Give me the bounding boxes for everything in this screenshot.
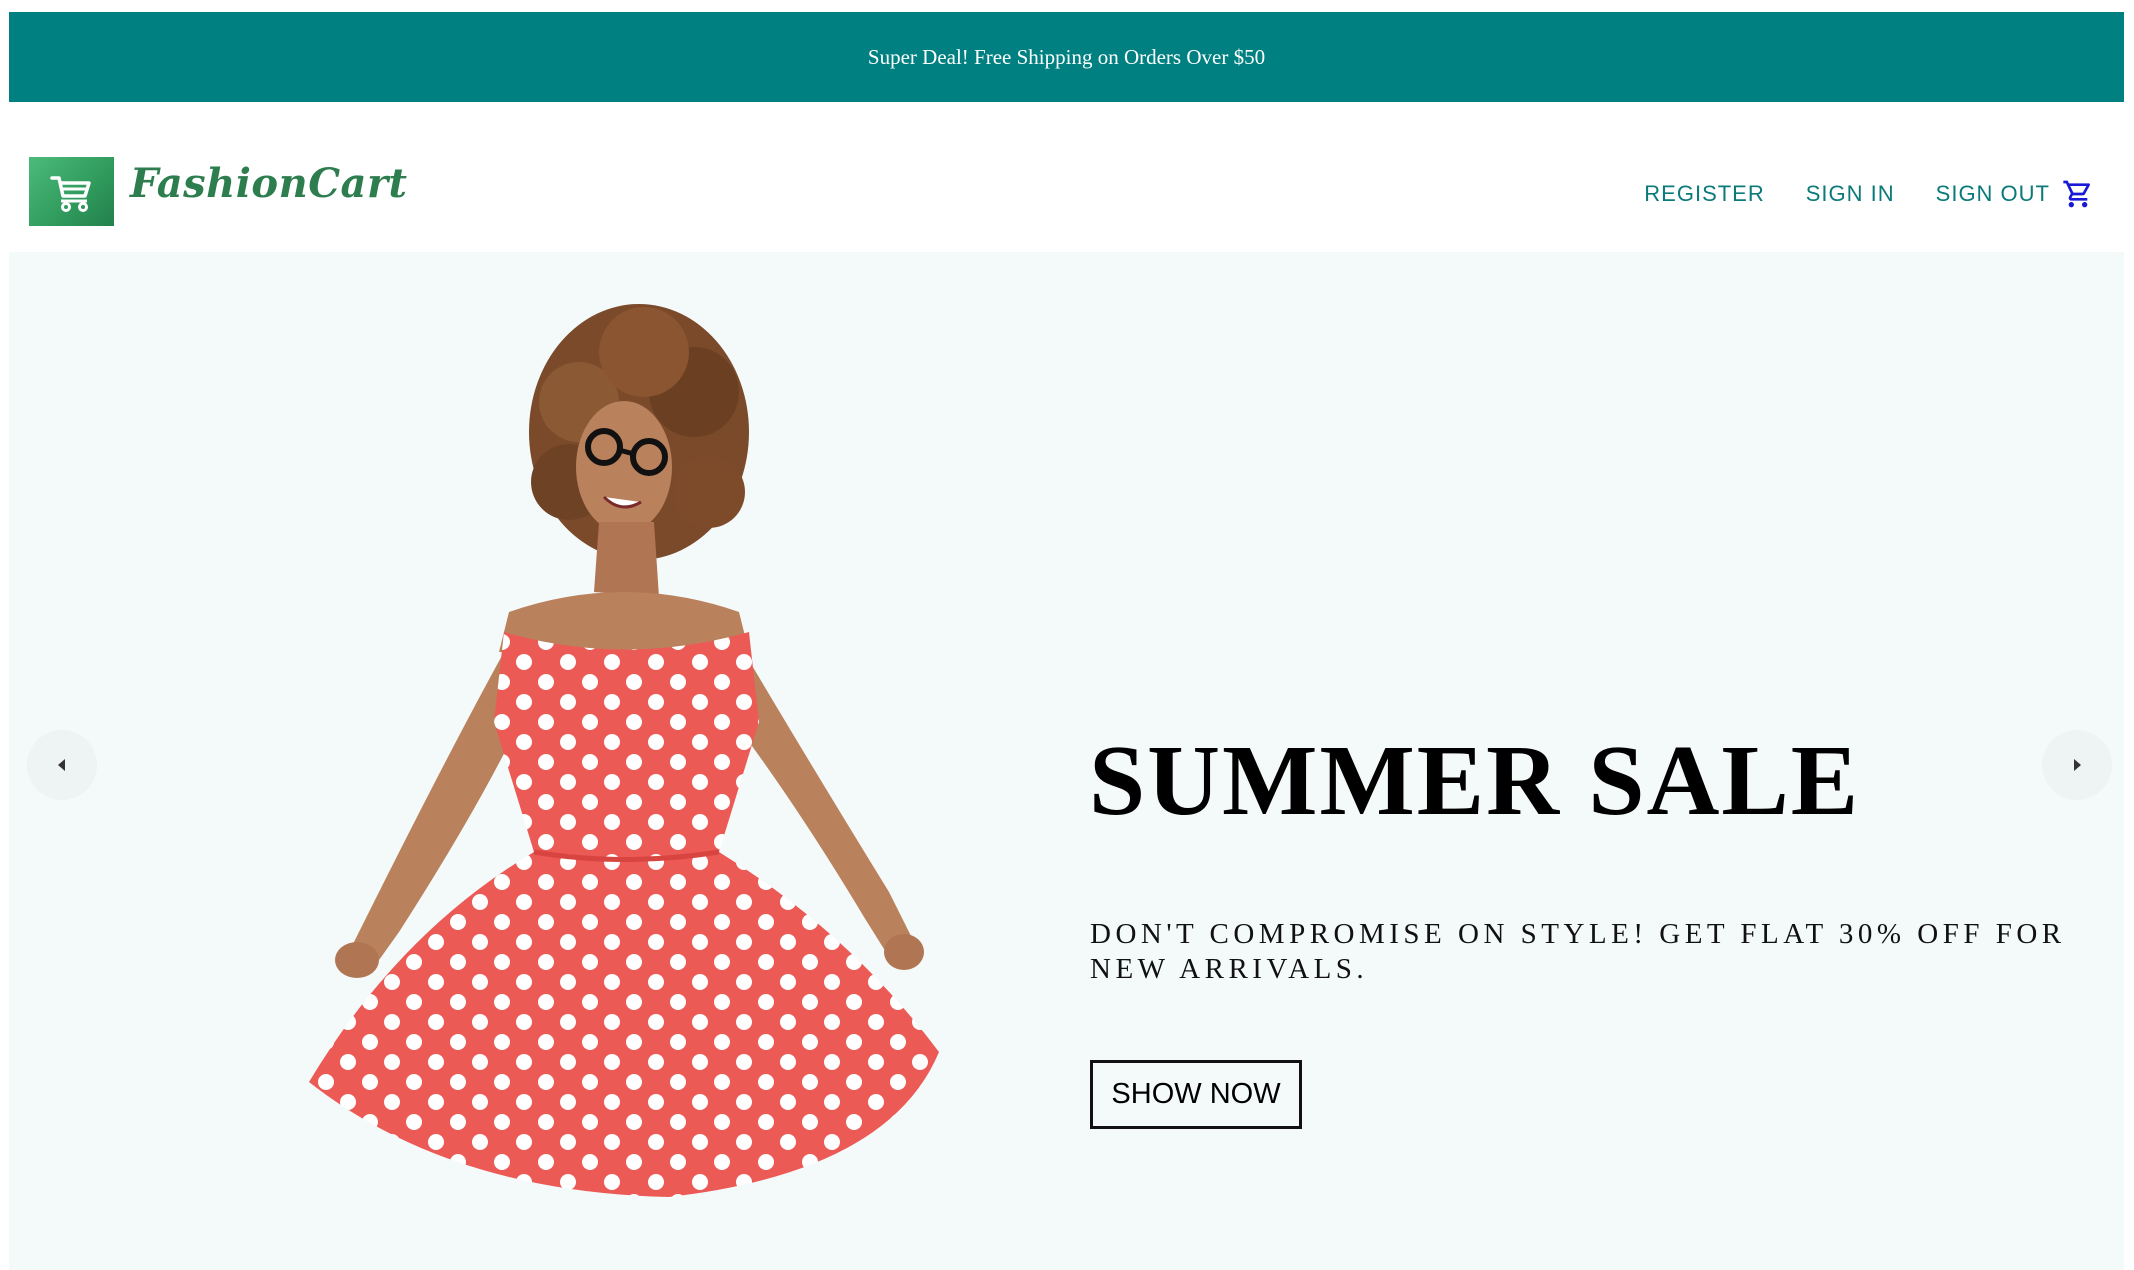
hero-description: DON'T COMPROMISE ON STYLE! GET FLAT 30% … xyxy=(1090,918,2066,985)
announcement-bar: Super Deal! Free Shipping on Orders Over… xyxy=(9,12,2124,102)
sign-in-link[interactable]: SIGN IN xyxy=(1806,181,1895,207)
shopping-cart-icon[interactable] xyxy=(2062,178,2094,210)
show-now-button[interactable]: SHOW NOW xyxy=(1090,1060,1302,1129)
caret-right-icon xyxy=(2074,759,2081,771)
model-image xyxy=(309,304,939,1197)
navbar: FashionCart REGISTER SIGN IN SIGN OUT xyxy=(9,102,2124,252)
brand-name[interactable]: FashionCart xyxy=(130,160,408,207)
hero-slider: SUMMER SALE DON'T COMPROMISE ON STYLE! G… xyxy=(9,252,2124,1270)
nav-links: REGISTER SIGN IN SIGN OUT xyxy=(1603,178,2094,210)
next-slide-button[interactable] xyxy=(2042,730,2112,800)
cart-icon xyxy=(49,175,91,212)
logo[interactable] xyxy=(29,157,114,226)
prev-slide-button[interactable] xyxy=(27,730,97,800)
announcement-text: Super Deal! Free Shipping on Orders Over… xyxy=(867,44,1266,69)
caret-left-icon xyxy=(58,759,65,771)
register-link[interactable]: REGISTER xyxy=(1644,181,1764,207)
hero-title: SUMMER SALE xyxy=(1089,724,1861,836)
sign-out-link[interactable]: SIGN OUT xyxy=(1936,181,2050,207)
